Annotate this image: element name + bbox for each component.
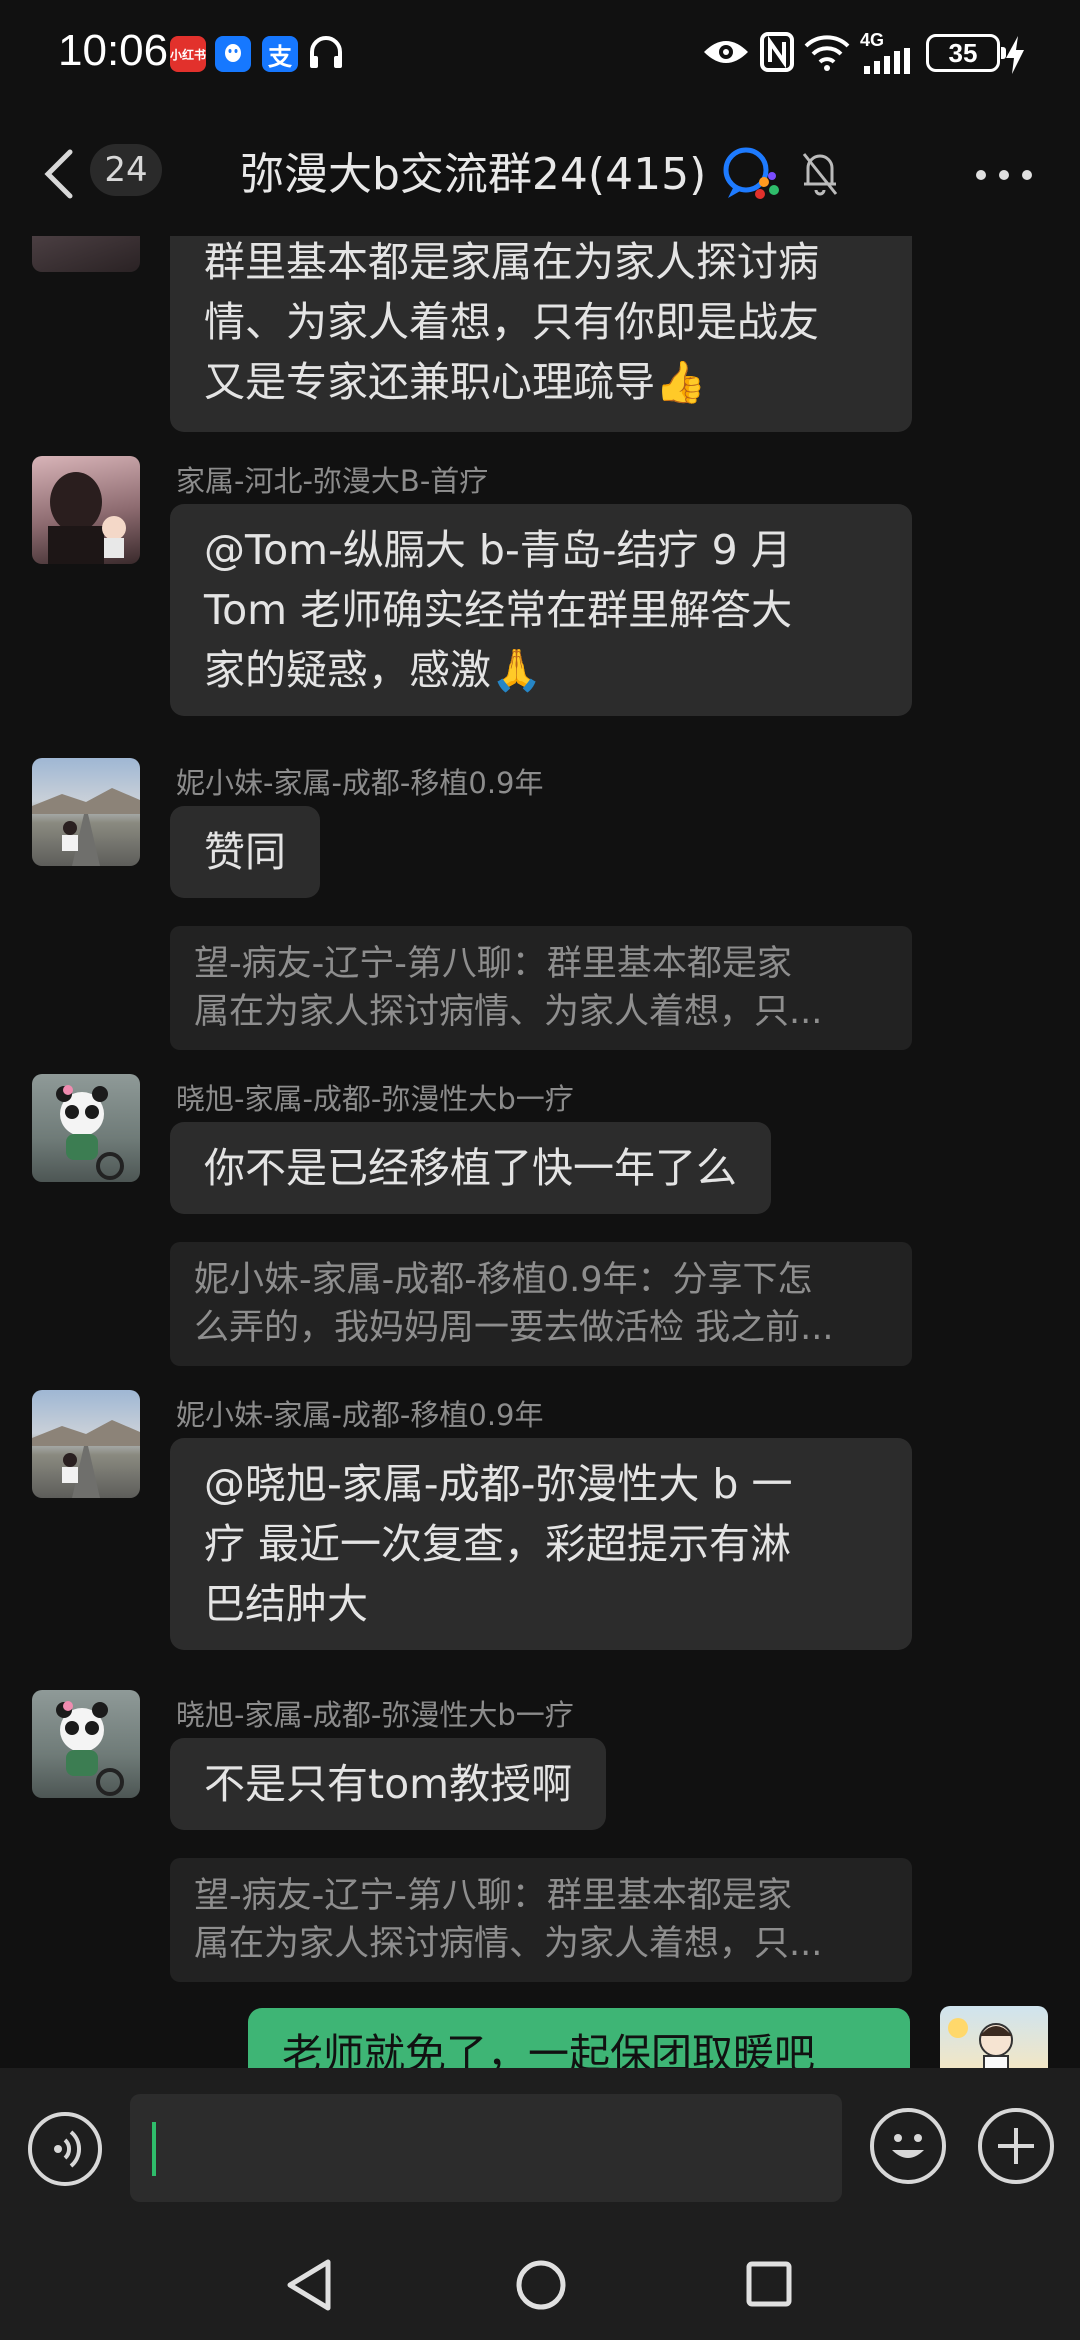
sender-name: 家属-河北-弥漫大B-首疗 [176, 464, 489, 498]
message-line: 你不是已经移植了快一年了么 [204, 1144, 737, 1192]
xiaohongshu-app-icon: 小红书 [170, 36, 206, 72]
sender-name: 妮小妹-家属-成都-移植0.9年 [176, 1398, 544, 1432]
message-line: 群里基本都是家属在为家人探讨病 [204, 238, 819, 286]
quote-line: 妮小妹-家属-成都-移植0.9年：分享下怎 [194, 1260, 813, 1300]
message-bubble[interactable]: 赞同 [170, 806, 320, 898]
voice-wave-icon [54, 2130, 82, 2168]
message-bubble[interactable]: 群里基本都是家属在为家人探讨病 情、为家人着想，只有你即是战友 又是专家还兼职心… [170, 236, 912, 432]
message-line: 家的疑惑，感激🙏 [204, 646, 543, 694]
message-line: @Tom-纵膈大 b-青岛-结疗 9 月 [204, 526, 792, 574]
quoted-message[interactable]: 望-病友-辽宁-第八聊：群里基本都是家 属在为家人探讨病情、为家人着想，只... [170, 1858, 912, 1982]
nfc-icon [760, 32, 794, 72]
alipay-app-icon: 支 [262, 36, 298, 72]
group-chat-icon[interactable] [720, 146, 782, 202]
chat-title[interactable]: 弥漫大b交流群24(415) [240, 138, 706, 202]
message-bubble[interactable]: @晓旭-家属-成都-弥漫性大 b 一 疗 最近一次复查，彩超提示有淋 巴结肿大 [170, 1438, 912, 1650]
nav-home-icon[interactable] [514, 2258, 568, 2312]
wifi-icon [804, 35, 850, 71]
smiley-icon [892, 2134, 924, 2158]
message-bubble[interactable]: 不是只有tom教授啊 [170, 1738, 607, 1830]
back-arrow-icon[interactable] [40, 146, 80, 202]
qq-app-icon [215, 36, 251, 72]
more-actions-button[interactable] [978, 2108, 1054, 2184]
system-navigation-bar [0, 2230, 1080, 2340]
more-options-icon[interactable] [976, 170, 1032, 182]
signal-icon [864, 48, 910, 74]
sender-avatar[interactable] [32, 758, 140, 866]
message-line: 不是只有tom教授啊 [204, 1760, 573, 1808]
sender-name: 晓旭-家属-成都-弥漫性大b一疗 [176, 1698, 574, 1732]
muted-bell-icon [802, 153, 838, 196]
message-line: 老师就免了，一起保团取暖吧 [282, 2030, 815, 2068]
message-line: 又是专家还兼职心理疏导👍 [204, 358, 707, 406]
voice-input-button[interactable] [28, 2112, 102, 2186]
sender-name: 妮小妹-家属-成都-移植0.9年 [176, 766, 544, 800]
message-line: @晓旭-家属-成都-弥漫性大 b 一 [204, 1460, 793, 1508]
quote-line: 属在为家人探讨病情、为家人着想，只... [194, 992, 823, 1032]
status-time: 10:06 [58, 26, 169, 75]
message-line: 疗 最近一次复查，彩超提示有淋 [204, 1520, 792, 1568]
emoji-button[interactable] [870, 2108, 946, 2184]
input-bar [0, 2068, 1080, 2230]
plus-icon [998, 2128, 1034, 2164]
message-line: Tom 老师确实经常在群里解答大 [204, 586, 793, 634]
nav-back-icon[interactable] [284, 2258, 334, 2312]
sender-avatar[interactable] [32, 1074, 140, 1182]
sender-avatar[interactable] [32, 236, 140, 272]
message-line: 情、为家人着想，只有你即是战友 [204, 298, 819, 346]
charging-icon [1006, 36, 1024, 74]
message-input[interactable] [130, 2094, 842, 2202]
sender-avatar[interactable] [32, 1690, 140, 1798]
message-line: 巴结肿大 [204, 1580, 368, 1628]
message-bubble[interactable]: 你不是已经移植了快一年了么 [170, 1122, 771, 1214]
eye-icon [704, 41, 748, 63]
quoted-message[interactable]: 望-病友-辽宁-第八聊：群里基本都是家 属在为家人探讨病情、为家人着想，只... [170, 926, 912, 1050]
quote-line: 望-病友-辽宁-第八聊：群里基本都是家 [194, 944, 792, 984]
text-caret [152, 2122, 156, 2176]
my-avatar[interactable] [940, 2006, 1048, 2068]
quoted-message[interactable]: 妮小妹-家属-成都-移植0.9年：分享下怎 么弄的，我妈妈周一要去做活检 我之前… [170, 1242, 912, 1366]
quote-line: 望-病友-辽宁-第八聊：群里基本都是家 [194, 1876, 792, 1916]
status-bar: 10:06 小红书 支 4G 35 [0, 0, 1080, 110]
quote-line: 么弄的，我妈妈周一要去做活检 我之前... [194, 1308, 834, 1348]
chat-header: 24 弥漫大b交流群24(415) [0, 110, 1080, 236]
battery-indicator: 35 [926, 34, 1006, 72]
nav-recents-icon[interactable] [744, 2258, 794, 2312]
message-list[interactable]: 群里基本都是家属在为家人探讨病 情、为家人着想，只有你即是战友 又是专家还兼职心… [0, 236, 1080, 2068]
message-bubble[interactable]: @Tom-纵膈大 b-青岛-结疗 9 月 Tom 老师确实经常在群里解答大 家的… [170, 504, 912, 716]
sender-avatar[interactable] [32, 456, 140, 564]
message-line: 赞同 [204, 828, 286, 876]
my-message-bubble[interactable]: 老师就免了，一起保团取暖吧 [248, 2008, 910, 2068]
unread-count-badge[interactable]: 24 [90, 144, 162, 196]
quote-line: 属在为家人探讨病情、为家人着想，只... [194, 1924, 823, 1964]
sender-avatar[interactable] [32, 1390, 140, 1498]
sender-name: 晓旭-家属-成都-弥漫性大b一疗 [176, 1082, 574, 1116]
headphones-icon [310, 36, 342, 68]
